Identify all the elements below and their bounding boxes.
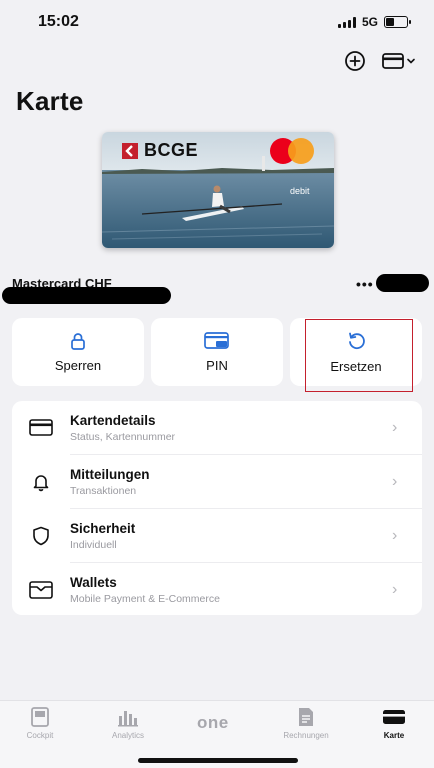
tab-label: Rechnungen [283,731,329,740]
tab-label: Cockpit [26,731,54,740]
chevron-right-icon: › [392,580,398,598]
replace-icon [349,332,365,349]
add-button[interactable] [344,50,366,72]
battery-icon [384,16,411,28]
card-more: ••• [356,276,374,292]
tab-label: Analytics [111,731,144,740]
bcge-logo-icon [122,142,138,159]
menu-item-mitteilungen[interactable]: Mitteilungen Transaktionen › [12,455,422,508]
menu-item-subtitle: Status, Kartennummer [70,430,176,443]
menu-item-wallets[interactable]: Wallets Mobile Payment & E-Commerce › [12,563,422,616]
replace-card-label: Ersetzen [330,358,382,374]
tab-rechnungen[interactable]: Rechnungen [266,707,346,740]
card-tab-icon [383,710,405,724]
card-icon [29,419,53,436]
card-icon [382,53,404,69]
card-switch-button[interactable] [382,52,416,70]
card-type-label: debit [290,186,310,196]
menu-item-title: Wallets [70,574,117,590]
network-label: 5G [361,15,378,29]
status-time: 15:02 [38,13,79,30]
menu-item-subtitle: Transaktionen [70,484,137,497]
menu-item-title: Sicherheit [70,520,136,536]
menu-item-title: Mitteilungen [70,466,150,482]
chevron-right-icon: › [392,526,398,544]
tab-one[interactable]: one [197,713,229,733]
bank-logo: BCGE [122,140,198,161]
invoice-icon [299,708,313,726]
pin-label: PIN [206,357,228,373]
status-indicators: 5G [337,15,411,29]
redacted-card-number [2,287,171,304]
lock-card-label: Sperren [54,357,102,373]
menu-item-kartendetails[interactable]: Kartendetails Status, Kartennummer › [12,401,422,454]
tab-karte[interactable]: Karte [354,707,434,740]
chevron-down-icon [407,58,415,64]
status-bar: 15:02 5G [0,0,434,44]
tab-label: Karte [383,731,405,740]
menu-item-subtitle: Individuell [70,538,117,551]
wallet-icon [29,580,53,599]
analytics-icon [118,711,138,727]
tab-cockpit[interactable]: Cockpit [0,707,80,740]
lock-card-button[interactable]: Sperren [12,318,144,386]
pin-card-icon [204,331,229,349]
chevron-right-icon: › [392,418,398,436]
tab-analytics[interactable]: Analytics [88,707,168,740]
cockpit-icon [31,707,49,727]
home-indicator [138,758,298,763]
card-settings-list: Kartendetails Status, Kartennummer › Mit… [12,401,422,615]
redacted-card-suffix [376,274,429,292]
menu-item-subtitle: Mobile Payment & E-Commerce [70,592,220,605]
page-title: Karte [16,86,84,116]
shield-icon [33,526,49,545]
pin-button[interactable]: PIN [151,318,283,386]
replace-card-button[interactable]: Ersetzen [290,318,422,386]
top-actions [344,50,416,72]
menu-item-sicherheit[interactable]: Sicherheit Individuell › [12,509,422,562]
lock-icon [71,332,85,350]
menu-item-title: Kartendetails [70,412,156,428]
chevron-right-icon: › [392,472,398,490]
card-image[interactable]: BCGE debit [102,132,334,248]
bell-icon [33,474,49,491]
bank-logo-text: BCGE [144,140,199,160]
signal-icon [337,16,356,28]
plus-circle-icon [345,51,365,71]
